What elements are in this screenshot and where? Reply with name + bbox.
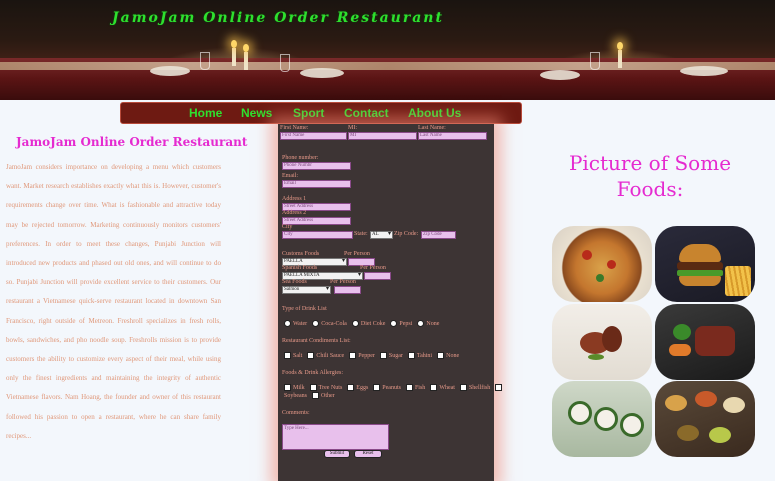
condiment-options: Salt Chili Sauce Pepper Sugar Tahini Non… [284,352,462,359]
steak-vegetables-photo [655,304,755,380]
state-label: State: [354,231,368,237]
condiment-checkbox[interactable] [379,352,387,359]
last-name-input[interactable]: Last Name [418,132,487,140]
submit-button[interactable]: Submit [324,450,350,458]
condiment-checkbox[interactable] [437,352,445,359]
condiment-checkbox[interactable] [349,352,357,359]
customs-foods-label: Customs Foods [282,251,320,257]
nav-home[interactable]: Home [189,106,222,120]
mi-label: MI: [348,125,357,131]
per-person-label-1: Per Person [344,251,370,257]
intro-title: JamoJam Online Order Restaurant [16,135,248,149]
drink-radio[interactable] [312,320,320,327]
allergy-checkbox[interactable] [312,392,319,399]
comments-textarea[interactable]: Type Here... [282,424,389,450]
allergy-checkbox[interactable] [309,384,317,391]
condiment-checkbox[interactable] [284,352,291,359]
zip-input[interactable]: Zip Code [421,231,456,239]
allergy-options-2: Soybeans Other [284,392,335,399]
condiment-checkbox[interactable] [407,352,415,359]
pictures-title: Picture of Some Foods: [568,151,732,201]
per-person-input-2[interactable] [364,272,391,280]
email-label: Email: [282,173,298,179]
allergies-label: Foods & Drink Allergies: [282,370,344,376]
lamb-chops-photo [552,304,652,380]
per-person-label-2: Per Person [360,265,386,271]
drink-radio[interactable] [284,320,291,327]
bowls-spread-photo [655,381,755,457]
intro-text: JamoJam considers importance on developi… [6,163,221,440]
phone-label: Phone number: [282,155,319,161]
address1-label: Address 1 [282,196,307,202]
city-input[interactable]: City [282,231,353,239]
mi-input[interactable]: MI [348,132,417,140]
banner-title: JamoJam Online Order Restaurant [112,10,444,26]
comments-label: Comments: [282,410,310,416]
allergy-checkbox[interactable] [347,384,355,391]
drink-options: Water Coca-Cola Diet Coke Pepsi None [284,320,442,327]
phone-input[interactable]: Phone Numbr [282,162,351,170]
nav-sport[interactable]: Sport [293,106,324,120]
drink-radio[interactable] [390,320,398,327]
drink-radio[interactable] [417,320,425,327]
allergy-checkbox[interactable] [373,384,381,391]
allergy-options: Milk Tree Nuts Eggs Peanuts Fish Wheat S… [284,384,503,391]
first-name-label: First Name: [280,125,309,131]
drink-list-label: Type of Drink List [282,306,327,312]
city-label: City [282,224,293,230]
sea-foods-label: Sea Foods [282,279,307,285]
pizza-photo [552,226,652,302]
allergy-checkbox[interactable] [405,384,413,391]
header-banner: JamoJam Online Order Restaurant [0,0,775,100]
per-person-label-3: Per Person [330,279,356,285]
zip-label: Zip Code: [394,231,419,237]
order-form: First Name: MI: Last Name: First Name MI… [278,124,503,481]
allergy-checkbox[interactable] [430,384,438,391]
spanish-foods-label: Spanish Foods [282,265,318,271]
condiment-checkbox[interactable] [307,352,315,359]
address2-label: Address 2 [282,210,307,216]
last-name-label: Last Name: [418,125,446,131]
address2-input[interactable]: Street Address [282,217,351,225]
condiments-label: Restaurant Condiments List: [282,338,351,344]
allergy-checkbox[interactable] [284,384,291,391]
allergy-checkbox[interactable] [459,384,467,391]
sushi-rolls-photo [552,381,652,457]
main-nav: Home News Sport Contact About Us [120,102,522,124]
drink-radio[interactable] [351,320,359,327]
allergy-checkbox[interactable] [495,384,503,391]
per-person-input-3[interactable] [334,286,361,294]
state-select[interactable]: AL [370,231,393,239]
nav-news[interactable]: News [241,106,272,120]
email-input[interactable]: Email [282,180,351,188]
first-name-input[interactable]: First Name [280,132,347,140]
candle-image [232,48,236,66]
burger-fries-photo [655,226,755,302]
nav-contact[interactable]: Contact [344,106,389,120]
reset-button[interactable]: Reset [354,450,382,458]
sea-foods-select[interactable]: Salmon [282,286,331,294]
nav-about-us[interactable]: About Us [408,106,461,120]
